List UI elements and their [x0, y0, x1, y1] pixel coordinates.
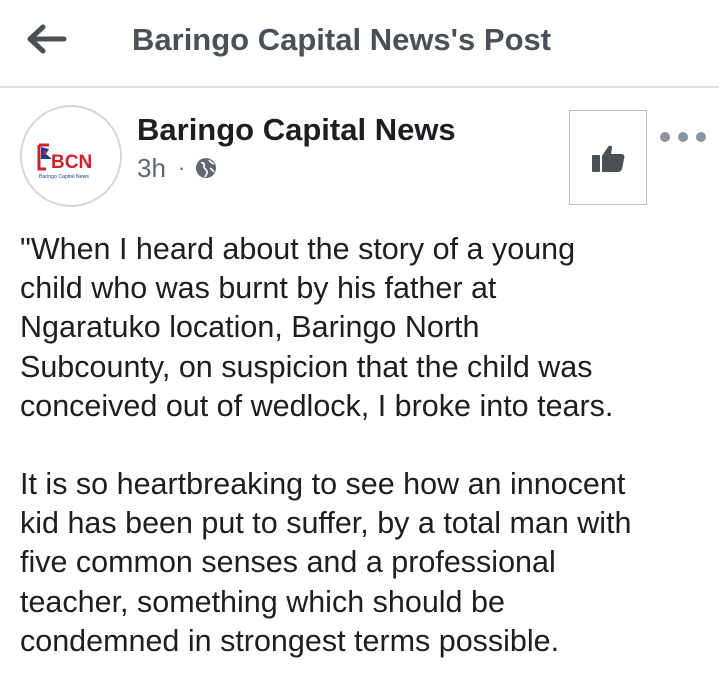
post-text-line: conceived out of wedlock, I broke into t…: [20, 388, 614, 423]
post-text-line: condemned in strongest terms possible.: [20, 623, 560, 658]
meta-separator: ·: [177, 155, 186, 180]
globe-icon: [196, 158, 217, 178]
more-dots-icon: [660, 132, 670, 142]
post-text-line: child who was burnt by his father at: [20, 271, 497, 306]
post-text-line: teacher, something which should be: [20, 584, 505, 619]
post-text-line: five common senses and a professional: [20, 545, 556, 580]
post-text-line: It is so heartbreaking to see how an inn…: [20, 467, 626, 502]
post-text-line: Subcounty, on suspicion that the child w…: [20, 349, 593, 384]
like-page-button[interactable]: [569, 110, 647, 205]
post-header: BCN Baringo Capital News Baringo Capital…: [0, 90, 719, 220]
arrow-left-icon: [27, 24, 67, 54]
page-name-link[interactable]: Baringo Capital News: [137, 112, 456, 148]
svg-text:BCN: BCN: [51, 152, 92, 173]
page-title: Baringo Capital News's Post: [132, 22, 552, 57]
thumbs-up-icon: [592, 145, 625, 172]
post-text-line: Ngaratuko location, Baringo North: [20, 310, 480, 345]
avatar[interactable]: BCN Baringo Capital News: [20, 105, 122, 207]
post-text-line: "When I heard about the story of a young: [20, 232, 576, 266]
back-button[interactable]: [22, 14, 72, 64]
top-bar: Baringo Capital News's Post: [0, 0, 719, 88]
post-text: "When I heard about the story of a young…: [20, 230, 710, 661]
post-timestamp[interactable]: 3h: [137, 153, 166, 184]
more-options-button[interactable]: [658, 122, 708, 152]
more-dots-icon: [696, 132, 706, 142]
more-dots-icon: [678, 132, 688, 142]
svg-text:Baringo Capital News: Baringo Capital News: [39, 174, 89, 180]
post-meta: 3h ·: [137, 152, 217, 184]
post-text-line: kid has been put to suffer, by a total m…: [20, 506, 632, 541]
bcn-logo: BCN Baringo Capital News: [37, 143, 92, 180]
